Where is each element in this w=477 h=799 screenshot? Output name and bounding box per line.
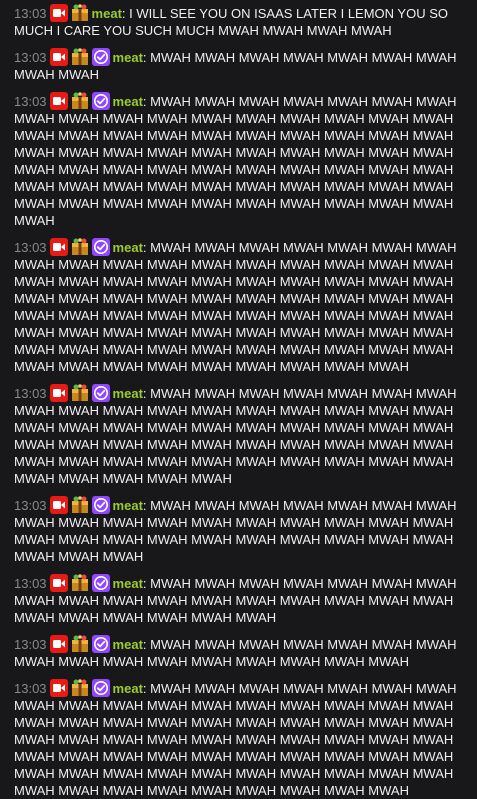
message-text: MWAH MWAH MWAH MWAH MWAH MWAH MWAH MWAH … (14, 681, 457, 798)
verified-badge-icon[interactable] (91, 574, 110, 592)
chat-message: 13:03 meat: MWAH MWAH MWAH MWAH MWAH MWAH… (14, 679, 467, 799)
broadcaster-badge-icon[interactable] (49, 238, 68, 256)
gift-badge-icon[interactable] (71, 384, 89, 402)
gift-badge-icon[interactable] (71, 574, 89, 592)
username[interactable]: meat (113, 498, 143, 513)
chat-message: 13:03 meat: MWAH MWAH MWAH MWAH MWAH MWAH… (14, 496, 467, 565)
gift-badge-icon[interactable] (71, 4, 89, 22)
gift-badge-icon[interactable] (71, 238, 89, 256)
message-text: MWAH MWAH MWAH MWAH MWAH MWAH MWAH MWAH … (14, 94, 457, 228)
username-separator: : (142, 386, 147, 401)
chat-message: 13:03 meat: MWAH MWAH MWAH MWAH MWAH MWAH… (14, 574, 467, 626)
verified-badge-icon[interactable] (91, 92, 110, 110)
username-separator: : (142, 94, 147, 109)
gift-badge-icon[interactable] (71, 635, 89, 653)
broadcaster-badge-icon[interactable] (49, 4, 68, 22)
username-separator: : (142, 637, 147, 652)
username[interactable]: meat (113, 50, 143, 65)
gift-badge-icon[interactable] (71, 679, 89, 697)
username[interactable]: meat (113, 240, 143, 255)
chat-message: 13:03 meat: MWAH MWAH MWAH MWAH MWAH MWAH… (14, 384, 467, 487)
broadcaster-badge-icon[interactable] (49, 496, 68, 514)
message-timestamp: 13:03 (14, 498, 47, 513)
verified-badge-icon[interactable] (91, 635, 110, 653)
message-timestamp: 13:03 (14, 576, 47, 591)
broadcaster-badge-icon[interactable] (49, 48, 68, 66)
username[interactable]: meat (113, 681, 143, 696)
message-timestamp: 13:03 (14, 94, 47, 109)
verified-badge-icon[interactable] (91, 496, 110, 514)
message-timestamp: 13:03 (14, 240, 47, 255)
verified-badge-icon[interactable] (91, 679, 110, 697)
message-timestamp: 13:03 (14, 637, 47, 652)
gift-badge-icon[interactable] (71, 48, 89, 66)
username-separator: : (121, 6, 126, 21)
chat-log: 13:03 meat: I WILL SEE YOU ON ISAAS LATER… (0, 0, 477, 799)
username-separator: : (142, 576, 147, 591)
username-separator: : (142, 498, 147, 513)
broadcaster-badge-icon[interactable] (49, 92, 68, 110)
username[interactable]: meat (113, 576, 143, 591)
message-timestamp: 13:03 (14, 386, 47, 401)
message-timestamp: 13:03 (14, 681, 47, 696)
verified-badge-icon[interactable] (91, 48, 110, 66)
gift-badge-icon[interactable] (71, 496, 89, 514)
chat-message: 13:03 meat: I WILL SEE YOU ON ISAAS LATER… (14, 4, 467, 39)
username[interactable]: meat (113, 94, 143, 109)
chat-message: 13:03 meat: MWAH MWAH MWAH MWAH MWAH MWAH… (14, 635, 467, 670)
verified-badge-icon[interactable] (91, 384, 110, 402)
username-separator: : (142, 50, 147, 65)
username-separator: : (142, 240, 147, 255)
chat-message: 13:03 meat: MWAH MWAH MWAH MWAH MWAH MWAH… (14, 92, 467, 229)
message-timestamp: 13:03 (14, 50, 47, 65)
broadcaster-badge-icon[interactable] (49, 384, 68, 402)
username[interactable]: meat (113, 386, 143, 401)
username[interactable]: meat (92, 6, 122, 21)
chat-message: 13:03 meat: MWAH MWAH MWAH MWAH MWAH MWAH… (14, 48, 467, 83)
broadcaster-badge-icon[interactable] (49, 635, 68, 653)
username-separator: : (142, 681, 147, 696)
chat-message: 13:03 meat: MWAH MWAH MWAH MWAH MWAH MWAH… (14, 238, 467, 375)
username[interactable]: meat (113, 637, 143, 652)
broadcaster-badge-icon[interactable] (49, 574, 68, 592)
message-text: MWAH MWAH MWAH MWAH MWAH MWAH MWAH MWAH … (14, 240, 457, 374)
gift-badge-icon[interactable] (71, 92, 89, 110)
message-timestamp: 13:03 (14, 6, 47, 21)
broadcaster-badge-icon[interactable] (49, 679, 68, 697)
verified-badge-icon[interactable] (91, 238, 110, 256)
